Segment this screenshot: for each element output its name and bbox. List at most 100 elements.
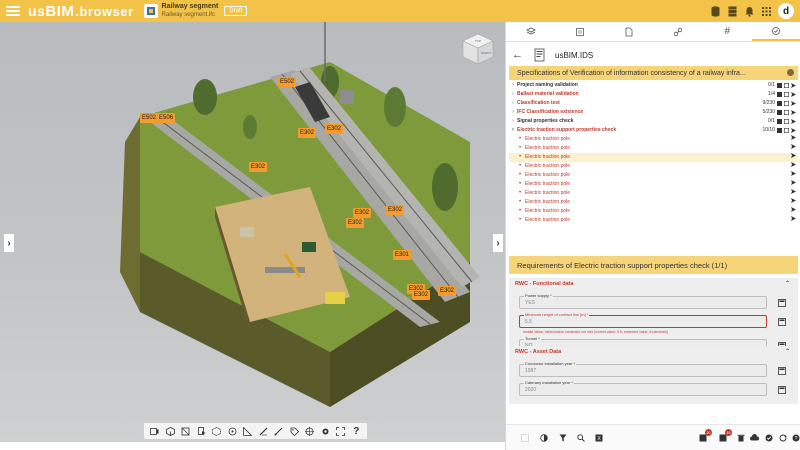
list-item[interactable]: • Electric traction pole — [509, 189, 798, 198]
list-item[interactable]: • Electric traction pole — [509, 153, 798, 162]
target-icon[interactable] — [305, 426, 315, 436]
tab-ids[interactable] — [751, 22, 800, 41]
check-circle-icon[interactable] — [764, 433, 773, 442]
send-icon[interactable] — [791, 171, 796, 176]
back-arrow-icon[interactable]: ← — [512, 49, 523, 61]
status-icon[interactable] — [777, 110, 782, 115]
select-icon[interactable] — [520, 433, 529, 442]
element-tag[interactable]: E302 — [353, 208, 372, 218]
viewport-prev-arrow[interactable]: › — [4, 234, 14, 252]
issues-icon[interactable]: 19 — [718, 429, 732, 442]
element-tag[interactable]: E302 — [412, 290, 431, 300]
send-icon[interactable] — [791, 92, 796, 97]
status-icon[interactable] — [777, 128, 782, 133]
document-view-icon[interactable] — [196, 426, 206, 436]
chevron-right-icon[interactable]: › — [509, 81, 517, 90]
paint-icon[interactable] — [274, 426, 284, 436]
send-icon[interactable] — [791, 198, 796, 203]
3d-viewport[interactable]: E502 E502 E506 E302 E302 E302 E302 E302 … — [0, 22, 505, 442]
tab-properties[interactable] — [555, 22, 604, 41]
send-icon[interactable] — [791, 144, 796, 149]
search-icon[interactable] — [576, 433, 585, 442]
status-icon[interactable] — [777, 92, 782, 97]
cloud-icon[interactable] — [750, 433, 759, 442]
list-item[interactable]: • Electric traction pole — [509, 207, 798, 216]
send-icon[interactable] — [791, 189, 796, 194]
chevron-right-icon[interactable]: › — [509, 90, 517, 99]
list-item[interactable]: • Electric traction pole — [509, 198, 798, 207]
chevron-right-icon[interactable]: › — [509, 108, 517, 117]
tab-layers[interactable] — [506, 22, 555, 41]
cube-view-icon[interactable] — [165, 426, 175, 436]
notification-bell-icon[interactable] — [744, 5, 754, 17]
specification-row[interactable]: › Project naming validation 0/1 — [509, 81, 798, 90]
specification-row[interactable]: › Classification test 9/230 — [509, 99, 798, 108]
specification-row[interactable]: › IFC Classification existence 5/230 — [509, 108, 798, 117]
status-icon[interactable] — [777, 119, 782, 124]
storage-icon[interactable] — [727, 5, 737, 17]
element-tag[interactable]: E301 — [393, 250, 412, 260]
camera-icon[interactable] — [150, 426, 160, 436]
calendar-icon[interactable] — [784, 119, 789, 124]
catenary-year-field[interactable]: Catenary installation year * 2020 — [519, 380, 786, 396]
list-item[interactable]: • Electric traction pole — [509, 162, 798, 171]
ruler-icon[interactable] — [258, 426, 268, 436]
user-avatar[interactable]: d — [778, 3, 794, 19]
info-icon[interactable] — [787, 69, 794, 76]
delete-icon[interactable] — [736, 433, 745, 442]
apps-grid-icon[interactable] — [761, 5, 771, 17]
element-tag[interactable]: E302 — [438, 286, 457, 296]
section-title[interactable]: RWC - Functional data ⌃ — [509, 278, 798, 290]
help-circle-icon[interactable]: ? — [791, 433, 800, 442]
help-icon[interactable]: ? — [351, 426, 361, 437]
chevron-down-icon[interactable]: ˅ — [509, 126, 517, 135]
send-icon[interactable] — [791, 153, 796, 158]
element-tag[interactable]: E302 — [325, 124, 344, 134]
calculator-icon[interactable] — [778, 367, 786, 375]
list-item[interactable]: • Electric traction pole — [509, 216, 798, 225]
specification-row[interactable]: ˅ Electric traction support properties ch… — [509, 126, 798, 135]
tab-documents[interactable] — [604, 22, 653, 41]
contact-line-height-field[interactable]: Minimum height of contact line [m] * 5.5 — [519, 312, 786, 328]
element-tag[interactable]: E502 — [278, 77, 297, 87]
status-badge[interactable]: Draft — [224, 6, 248, 16]
fullscreen-icon[interactable] — [336, 426, 346, 436]
calendar-icon[interactable] — [784, 128, 789, 133]
explode-icon[interactable] — [227, 426, 237, 436]
calendar-icon[interactable] — [784, 101, 789, 106]
send-icon[interactable] — [791, 162, 796, 167]
list-item[interactable]: • Electric traction pole — [509, 171, 798, 180]
tab-hash[interactable]: # — [703, 22, 752, 41]
navigation-cube[interactable]: TOP FRONT — [461, 32, 495, 66]
calendar-icon[interactable] — [784, 110, 789, 115]
element-tag[interactable]: E506 — [157, 113, 176, 123]
element-tag[interactable]: E302 — [249, 162, 268, 172]
status-icon[interactable] — [777, 101, 782, 106]
list-item[interactable]: • Electric traction pole — [509, 144, 798, 153]
calculator-icon[interactable] — [778, 318, 786, 326]
excel-export-icon[interactable]: X — [594, 433, 603, 442]
status-icon[interactable] — [777, 83, 782, 88]
send-icon[interactable] — [791, 101, 796, 106]
calculator-icon[interactable] — [778, 386, 786, 394]
section-box-icon[interactable] — [212, 426, 222, 436]
send-icon[interactable] — [791, 135, 796, 140]
menu-icon[interactable] — [6, 6, 20, 16]
element-tag[interactable]: E302 — [386, 205, 405, 215]
viewport-next-arrow[interactable]: › — [493, 234, 503, 252]
calculator-icon[interactable] — [778, 299, 786, 307]
chevron-right-icon[interactable]: › — [509, 99, 517, 108]
database-icon[interactable] — [710, 5, 720, 17]
chevron-up-icon[interactable]: ⌃ — [785, 348, 790, 355]
calendar-icon[interactable] — [784, 83, 789, 88]
chevron-up-icon[interactable]: ⌃ — [785, 280, 790, 287]
send-icon[interactable] — [791, 110, 796, 115]
fit-view-icon[interactable] — [181, 426, 191, 436]
sync-icon[interactable] — [778, 433, 787, 442]
send-icon[interactable] — [791, 207, 796, 212]
specification-row[interactable]: › Signal properties check 0/1 — [509, 117, 798, 126]
element-tag[interactable]: E502 — [140, 113, 159, 123]
measure-icon[interactable] — [243, 426, 253, 436]
element-tag[interactable]: E302 — [346, 218, 365, 228]
send-icon[interactable] — [791, 83, 796, 88]
